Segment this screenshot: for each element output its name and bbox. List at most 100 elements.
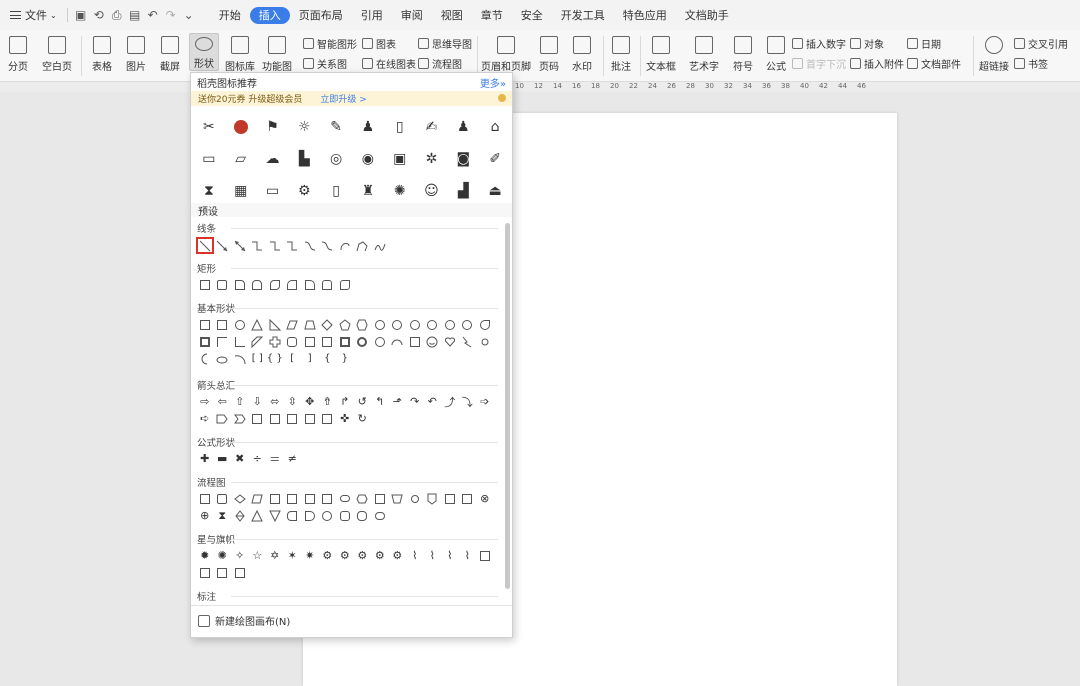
left-arrow-callout-shape[interactable] bbox=[266, 410, 284, 427]
circular-arrow-shape[interactable]: ↻ bbox=[354, 410, 372, 427]
flowchart-offpage-connector-shape[interactable] bbox=[424, 490, 442, 507]
page-break-button[interactable]: 分页 bbox=[4, 30, 32, 73]
undo-icon[interactable]: ↶ bbox=[144, 6, 162, 24]
redo-icon[interactable]: ↷ bbox=[162, 6, 180, 24]
insert-attachment-button[interactable]: 插入附件 bbox=[850, 55, 904, 71]
text-box-button[interactable]: 文本框 bbox=[644, 30, 678, 73]
flowchart-manual-operation-shape[interactable] bbox=[389, 490, 407, 507]
frame-shape[interactable] bbox=[196, 333, 214, 350]
picture-button[interactable]: 图片 bbox=[122, 30, 150, 73]
vertical-scroll-shape[interactable] bbox=[476, 547, 494, 564]
right-brace-shape[interactable]: } bbox=[336, 350, 354, 367]
flowchart-punched-tape-shape[interactable] bbox=[459, 490, 477, 507]
curved-right-arrow-shape[interactable]: ↷ bbox=[406, 393, 424, 410]
elbow-arrow-connector-shape[interactable] bbox=[266, 237, 284, 254]
down-arrow-callout-shape[interactable] bbox=[301, 410, 319, 427]
tab-review[interactable]: 审阅 bbox=[392, 4, 432, 26]
triangle-shape[interactable] bbox=[249, 316, 267, 333]
double-wave-shape[interactable] bbox=[231, 564, 249, 581]
double-bracket-shape[interactable]: [ ] bbox=[249, 350, 267, 367]
folded-corner-shape[interactable] bbox=[406, 333, 424, 350]
star-6-shape[interactable]: ✡ bbox=[266, 547, 284, 564]
watermark-button[interactable]: 水印 bbox=[568, 30, 596, 73]
function-chart-button[interactable]: 功能图 bbox=[260, 30, 294, 73]
flowchart-stored-data-shape[interactable] bbox=[284, 507, 302, 524]
up-arrow-shape[interactable]: ⇧ bbox=[231, 393, 249, 410]
contact-book-icon[interactable]: ▣ bbox=[384, 143, 416, 175]
text-box-shape[interactable] bbox=[196, 316, 214, 333]
symbol-button[interactable]: 符号 bbox=[729, 30, 757, 73]
flowchart-magnetic-disk-shape[interactable] bbox=[336, 507, 354, 524]
pen-icon[interactable]: ✎ bbox=[320, 111, 352, 143]
line-shape-selected[interactable] bbox=[196, 237, 214, 254]
block-arc-shape[interactable] bbox=[389, 333, 407, 350]
mind-map-button[interactable]: 思维导图 bbox=[418, 35, 472, 51]
flowchart-predefined-process-shape[interactable] bbox=[266, 490, 284, 507]
database-icon[interactable]: ◉ bbox=[352, 143, 384, 175]
hexagon-shape[interactable] bbox=[354, 316, 372, 333]
tab-special-apps[interactable]: 特色应用 bbox=[614, 4, 676, 26]
document-icon[interactable]: ▯ bbox=[384, 111, 416, 143]
online-chart-button[interactable]: 在线图表 bbox=[362, 55, 416, 71]
tab-home[interactable]: 开始 bbox=[210, 4, 250, 26]
lightning-bolt-shape[interactable] bbox=[459, 333, 477, 350]
flowchart-button[interactable]: 流程图 bbox=[418, 55, 462, 71]
equal-shape[interactable]: ＝ bbox=[266, 450, 284, 467]
left-up-arrow-shape[interactable]: ↰ bbox=[371, 393, 389, 410]
horizontal-scroll-shape[interactable] bbox=[196, 564, 214, 581]
customize-chevron-icon[interactable]: ⌄ bbox=[180, 6, 198, 24]
new-drawing-canvas-button[interactable]: 新建绘图画布(N) bbox=[191, 605, 512, 635]
insert-number-button[interactable]: 插入数字 bbox=[792, 35, 846, 51]
flowchart-document-shape[interactable] bbox=[301, 490, 319, 507]
curved-down-ribbon-shape[interactable]: ⌇ bbox=[459, 547, 477, 564]
chord-shape[interactable] bbox=[459, 316, 477, 333]
u-turn-arrow-shape[interactable]: ↺ bbox=[354, 393, 372, 410]
chevron-shape[interactable] bbox=[231, 410, 249, 427]
not-equal-shape[interactable]: ≠ bbox=[284, 450, 302, 467]
star-8-shape[interactable]: ✷ bbox=[301, 547, 319, 564]
down-arrow-shape[interactable]: ⇩ bbox=[249, 393, 267, 410]
dodecagon-shape[interactable] bbox=[424, 316, 442, 333]
snip-round-rectangle-shape[interactable] bbox=[284, 276, 302, 293]
flowchart-manual-input-shape[interactable] bbox=[371, 490, 389, 507]
save-icon[interactable]: ▣ bbox=[72, 6, 90, 24]
sun-shape[interactable] bbox=[476, 333, 494, 350]
word-art-button[interactable]: 艺术字 bbox=[686, 30, 722, 73]
drop-cap-button[interactable]: 首字下沉 bbox=[792, 55, 846, 71]
donut-shape[interactable] bbox=[354, 333, 372, 350]
comment-button[interactable]: 批注 bbox=[608, 30, 634, 73]
notepad-icon[interactable]: ✐ bbox=[479, 143, 511, 175]
explosion-2-shape[interactable]: ✺ bbox=[214, 547, 232, 564]
smiley-face-shape[interactable] bbox=[424, 333, 442, 350]
notched-right-arrow-shape[interactable]: ➪ bbox=[196, 410, 214, 427]
rectangle-shape[interactable] bbox=[196, 276, 214, 293]
left-right-arrow-shape[interactable]: ⬄ bbox=[266, 393, 284, 410]
down-ribbon-shape[interactable]: ⌇ bbox=[424, 547, 442, 564]
minus-shape[interactable]: ▬ bbox=[214, 450, 232, 467]
print-icon[interactable]: ⎙ bbox=[108, 6, 126, 24]
table-button[interactable]: 表格 bbox=[88, 30, 116, 73]
star-5-shape[interactable]: ☆ bbox=[249, 547, 267, 564]
flowchart-sequential-storage-shape[interactable] bbox=[319, 507, 337, 524]
smart-art-button[interactable]: 智能图形 bbox=[303, 35, 357, 51]
tab-developer[interactable]: 开发工具 bbox=[552, 4, 614, 26]
header-footer-button[interactable]: 页眉和页脚 bbox=[481, 30, 531, 73]
explosion-1-shape[interactable]: ✹ bbox=[196, 547, 214, 564]
tab-page-layout[interactable]: 页面布局 bbox=[290, 4, 352, 26]
half-frame-shape[interactable] bbox=[214, 333, 232, 350]
pentagon-shape[interactable] bbox=[336, 316, 354, 333]
quad-arrow-shape[interactable]: ✥ bbox=[301, 393, 319, 410]
wave-shape[interactable] bbox=[214, 564, 232, 581]
striped-right-arrow-shape[interactable]: ➩ bbox=[476, 393, 494, 410]
round-one-corner-rectangle-shape[interactable] bbox=[301, 276, 319, 293]
curved-up-arrow-shape[interactable]: ⤴ bbox=[441, 393, 459, 410]
screenshot-button[interactable]: 截屏 bbox=[156, 30, 184, 73]
lightbulb-icon[interactable]: ☼ bbox=[288, 111, 320, 143]
parallelogram-shape[interactable] bbox=[284, 316, 302, 333]
tank-icon[interactable]: ▱ bbox=[225, 143, 257, 175]
round-same-side-rectangle-shape[interactable] bbox=[319, 276, 337, 293]
doc-parts-button[interactable]: 文档部件 bbox=[907, 55, 961, 71]
oval-shape[interactable] bbox=[231, 316, 249, 333]
bookmark-button[interactable]: 书签 bbox=[1014, 55, 1048, 71]
flowchart-display-shape[interactable] bbox=[371, 507, 389, 524]
